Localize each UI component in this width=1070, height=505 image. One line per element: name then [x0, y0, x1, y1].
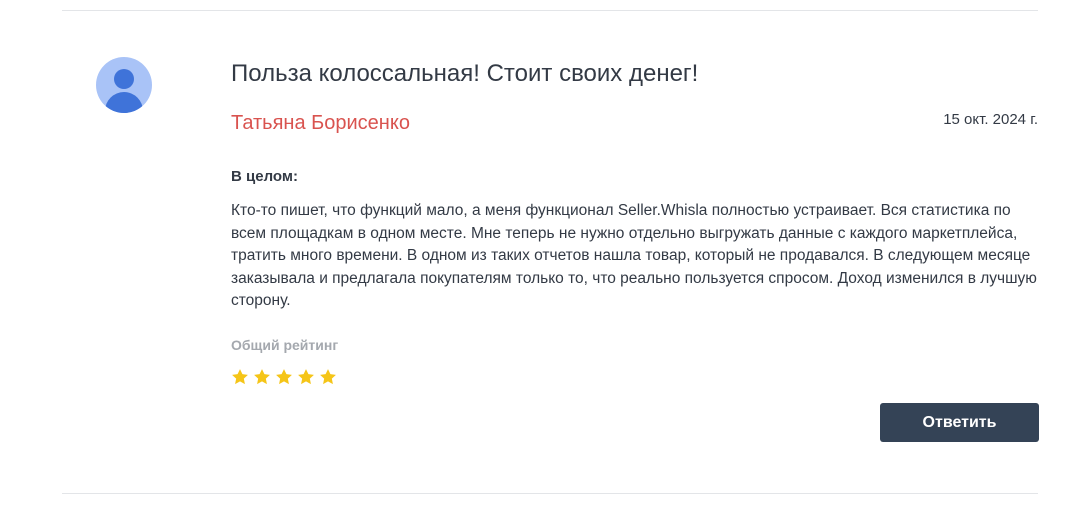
star-icon [276, 369, 292, 385]
bottom-divider [62, 493, 1038, 494]
review-title: Польза колоссальная! Стоит своих денег! [231, 60, 699, 87]
review-section-label: В целом: [231, 168, 298, 185]
star-icon [320, 369, 336, 385]
avatar-head [114, 69, 134, 89]
review-text: Кто-то пишет, что функций мало, а меня ф… [231, 202, 1037, 310]
rating-label: Общий рейтинг [231, 337, 339, 353]
review-date: 15 окт. 2024 г. [943, 111, 1038, 128]
star-icon [232, 369, 248, 385]
star-icon [298, 369, 314, 385]
reply-button[interactable]: Ответить [880, 403, 1039, 442]
star-icon [254, 369, 270, 385]
top-divider [62, 10, 1038, 11]
rating-stars [230, 367, 338, 387]
review-author[interactable]: Татьяна Борисенко [231, 112, 410, 135]
user-avatar-icon [96, 57, 152, 113]
avatar-body [105, 92, 143, 113]
